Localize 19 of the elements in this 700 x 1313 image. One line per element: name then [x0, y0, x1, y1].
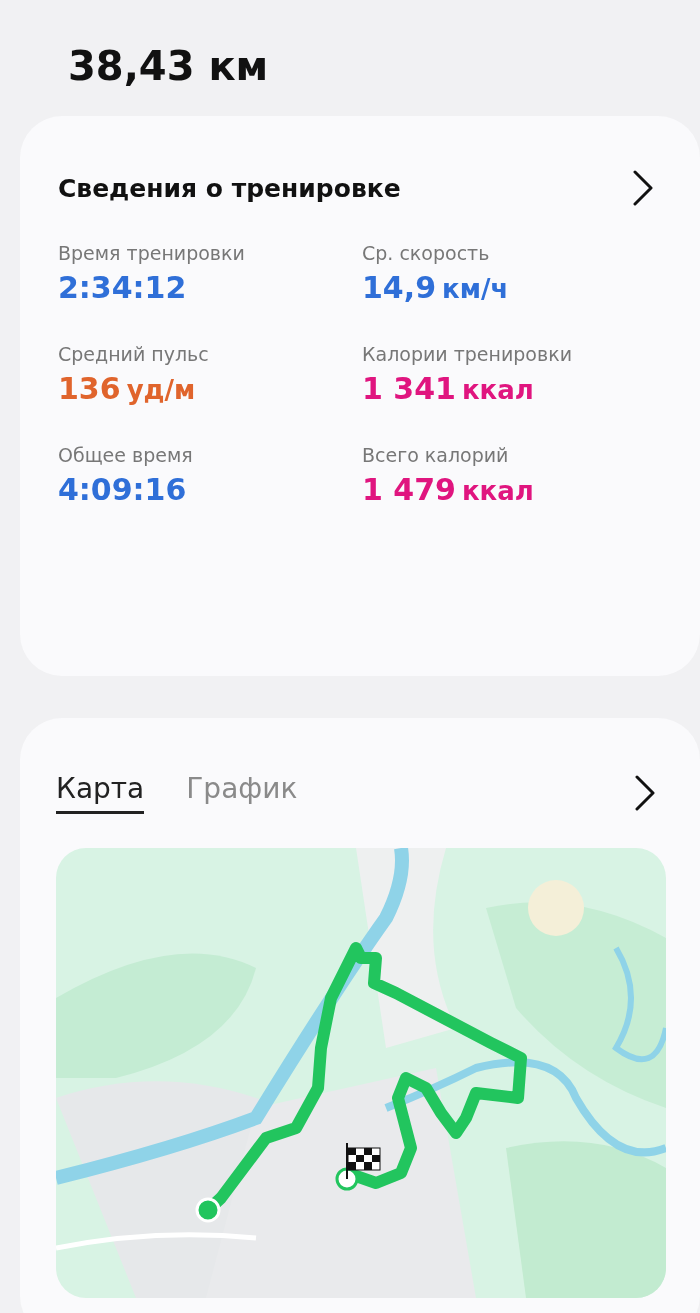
- stat-label: Время тренировки: [58, 242, 246, 264]
- stat-label: Общее время: [58, 444, 194, 466]
- stat-value: 14,9 км/ч: [362, 270, 510, 305]
- finish-flag-icon: [335, 1142, 381, 1191]
- card-title: Сведения о тренировке: [58, 173, 401, 203]
- chevron-right-icon[interactable]: [632, 170, 654, 206]
- tab[interactable]: Карта: [56, 772, 145, 814]
- stat-value: 1 341 ккал: [362, 371, 535, 406]
- stat-value: 4:09:16: [58, 472, 188, 507]
- stat-label: Средний пульс: [58, 343, 210, 365]
- stat-value: 136 уд/м: [58, 371, 197, 406]
- start-marker: [195, 1197, 221, 1223]
- total-distance: 38,43 км: [68, 42, 270, 90]
- stat-value: 2:34:12: [58, 270, 188, 305]
- stat-label: Калории тренировки: [362, 343, 573, 365]
- stat-value: 1 479 ккал: [362, 472, 535, 507]
- chevron-right-icon[interactable]: [634, 775, 656, 811]
- stat-label: Ср. скорость: [362, 242, 491, 264]
- stat-label: Всего калорий: [362, 444, 510, 466]
